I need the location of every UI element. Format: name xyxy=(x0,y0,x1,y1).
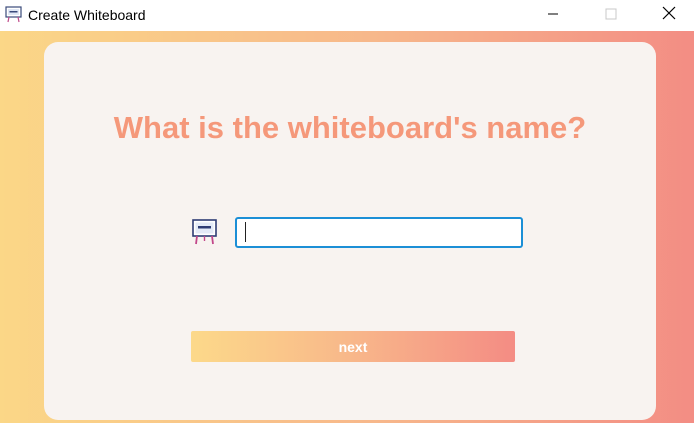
next-button[interactable]: next xyxy=(191,331,515,362)
close-icon xyxy=(662,6,676,25)
content-card: What is the whiteboard's name? next xyxy=(44,42,656,420)
window-title: Create Whiteboard xyxy=(28,7,146,23)
whiteboard-icon xyxy=(192,219,217,246)
whiteboard-name-input[interactable] xyxy=(235,217,523,248)
minimize-icon xyxy=(547,7,559,25)
page-title: What is the whiteboard's name? xyxy=(113,110,587,145)
maximize-icon xyxy=(605,7,617,25)
create-whiteboard-window: Create Whiteboard What is the whiteboard… xyxy=(0,0,694,423)
whiteboard-icon xyxy=(5,6,22,23)
minimize-button[interactable] xyxy=(530,0,576,31)
gradient-background: What is the whiteboard's name? next xyxy=(0,31,694,423)
close-button[interactable] xyxy=(646,0,692,31)
text-caret xyxy=(245,222,246,242)
maximize-button[interactable] xyxy=(588,0,634,31)
title-bar[interactable]: Create Whiteboard xyxy=(0,0,694,31)
